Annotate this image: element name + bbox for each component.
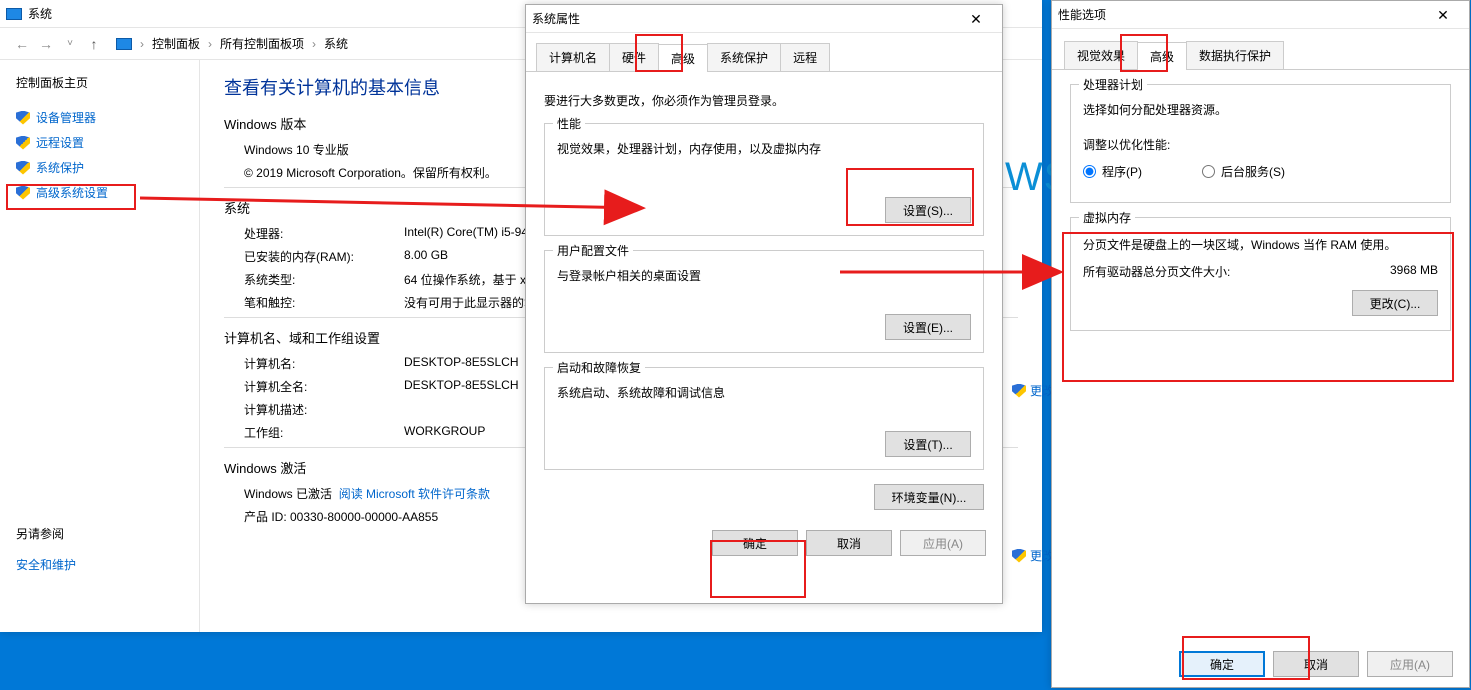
crumb-root[interactable]: 控制面板 (148, 33, 204, 54)
perf-legend: 性能 (553, 115, 585, 132)
chevron-right-icon: › (208, 37, 212, 51)
radio-bg-input[interactable] (1202, 165, 1215, 178)
sidebar: 控制面板主页 设备管理器 远程设置 系统保护 高级系统设置 另请参阅 安全和维护 (0, 60, 200, 632)
vm-desc: 分页文件是硬盘上的一块区域，Windows 当作 RAM 使用。 (1083, 236, 1438, 253)
cpu-adjust: 调整以优化性能: (1083, 136, 1438, 153)
perf-desc: 视觉效果，处理器计划，内存使用，以及虚拟内存 (557, 140, 971, 157)
crumb-leaf[interactable]: 系统 (320, 33, 352, 54)
perf-fieldset: 性能 视觉效果，处理器计划，内存使用，以及虚拟内存 设置(S)... (544, 123, 984, 236)
shield-icon (16, 186, 30, 200)
system-window-title: 系统 (28, 5, 52, 22)
env-vars-button[interactable]: 环境变量(N)... (874, 484, 984, 510)
sysprop-tabs: 计算机名 硬件 高级 系统保护 远程 (526, 33, 1002, 72)
pc-icon (116, 38, 132, 50)
breadcrumb[interactable]: › 控制面板 › 所有控制面板项 › 系统 (116, 33, 352, 54)
ok-button[interactable]: 确定 (712, 530, 798, 556)
profile-desc: 与登录帐户相关的桌面设置 (557, 267, 971, 284)
sidebar-item-remote[interactable]: 远程设置 (16, 130, 183, 155)
forward-arrow-icon[interactable]: → (34, 32, 58, 56)
performance-options-window: 性能选项 ✕ 视觉效果 高级 数据执行保护 处理器计划 选择如何分配处理器资源。… (1051, 0, 1470, 688)
shield-icon (16, 111, 30, 125)
shield-icon (1012, 384, 1026, 398)
cancel-button[interactable]: 取消 (1273, 651, 1359, 677)
shield-icon (1012, 549, 1026, 563)
tab-visual-effects[interactable]: 视觉效果 (1064, 41, 1138, 69)
tab-hardware[interactable]: 硬件 (609, 43, 659, 71)
cpu-desc: 选择如何分配处理器资源。 (1083, 101, 1438, 118)
sidebar-item-device-manager[interactable]: 设备管理器 (16, 105, 183, 130)
system-properties-window: 系统属性 ✕ 计算机名 硬件 高级 系统保护 远程 要进行大多数更改，你必须作为… (525, 4, 1003, 604)
shield-icon (16, 136, 30, 150)
perf-settings-button[interactable]: 设置(S)... (885, 197, 971, 223)
perfopt-titlebar[interactable]: 性能选项 ✕ (1052, 1, 1469, 29)
sidebar-item-security[interactable]: 安全和维护 (16, 552, 183, 577)
close-icon[interactable]: ✕ (956, 9, 996, 29)
tab-computer-name[interactable]: 计算机名 (536, 43, 610, 71)
profile-fieldset: 用户配置文件 与登录帐户相关的桌面设置 设置(E)... (544, 250, 984, 353)
radio-background[interactable]: 后台服务(S) (1202, 163, 1285, 180)
chevron-right-icon: › (312, 37, 316, 51)
vm-total-label: 所有驱动器总分页文件大小: (1083, 263, 1230, 280)
cpu-legend: 处理器计划 (1079, 76, 1147, 93)
startup-desc: 系统启动、系统故障和调试信息 (557, 384, 971, 401)
related-title: 另请参阅 (16, 525, 183, 542)
monitor-icon (6, 8, 22, 20)
vm-total-value: 3968 MB (1390, 263, 1438, 280)
startup-settings-button[interactable]: 设置(T)... (885, 431, 971, 457)
apply-button[interactable]: 应用(A) (900, 530, 986, 556)
cancel-button[interactable]: 取消 (806, 530, 892, 556)
startup-fieldset: 启动和故障恢复 系统启动、系统故障和调试信息 设置(T)... (544, 367, 984, 470)
crumb-mid[interactable]: 所有控制面板项 (216, 33, 308, 54)
perfopt-title: 性能选项 (1058, 6, 1106, 23)
vm-legend: 虚拟内存 (1079, 209, 1135, 226)
sysprop-title: 系统属性 (532, 10, 580, 27)
tab-dep[interactable]: 数据执行保护 (1186, 41, 1284, 69)
perfopt-tabs: 视觉效果 高级 数据执行保护 (1052, 29, 1469, 70)
radio-program[interactable]: 程序(P) (1083, 163, 1142, 180)
tab-system-protection[interactable]: 系统保护 (707, 43, 781, 71)
tab-advanced[interactable]: 高级 (658, 44, 708, 72)
history-chevron-icon[interactable]: ˅ (58, 32, 82, 56)
up-arrow-icon[interactable]: ↑ (82, 32, 106, 56)
profile-settings-button[interactable]: 设置(E)... (885, 314, 971, 340)
change-key-link[interactable]: 更改 (1012, 547, 1054, 564)
chevron-right-icon: › (140, 37, 144, 51)
profile-legend: 用户配置文件 (553, 242, 633, 259)
tab-remote[interactable]: 远程 (780, 43, 830, 71)
close-icon[interactable]: ✕ (1423, 5, 1463, 25)
vm-fieldset: 虚拟内存 分页文件是硬盘上的一块区域，Windows 当作 RAM 使用。 所有… (1070, 217, 1451, 331)
sidebar-home[interactable]: 控制面板主页 (16, 74, 183, 91)
apply-button[interactable]: 应用(A) (1367, 651, 1453, 677)
license-link[interactable]: 阅读 Microsoft 软件许可条款 (339, 487, 490, 501)
sidebar-item-protection[interactable]: 系统保护 (16, 155, 183, 180)
admin-note: 要进行大多数更改，你必须作为管理员登录。 (544, 92, 984, 109)
vm-change-button[interactable]: 更改(C)... (1352, 290, 1438, 316)
sysprop-titlebar[interactable]: 系统属性 ✕ (526, 5, 1002, 33)
radio-program-input[interactable] (1083, 165, 1096, 178)
startup-legend: 启动和故障恢复 (553, 359, 645, 376)
tab-advanced[interactable]: 高级 (1137, 42, 1187, 70)
cpu-fieldset: 处理器计划 选择如何分配处理器资源。 调整以优化性能: 程序(P) 后台服务(S… (1070, 84, 1451, 203)
back-arrow-icon[interactable]: ← (10, 32, 34, 56)
shield-icon (16, 161, 30, 175)
ok-button[interactable]: 确定 (1179, 651, 1265, 677)
sidebar-item-advanced[interactable]: 高级系统设置 (16, 180, 183, 205)
